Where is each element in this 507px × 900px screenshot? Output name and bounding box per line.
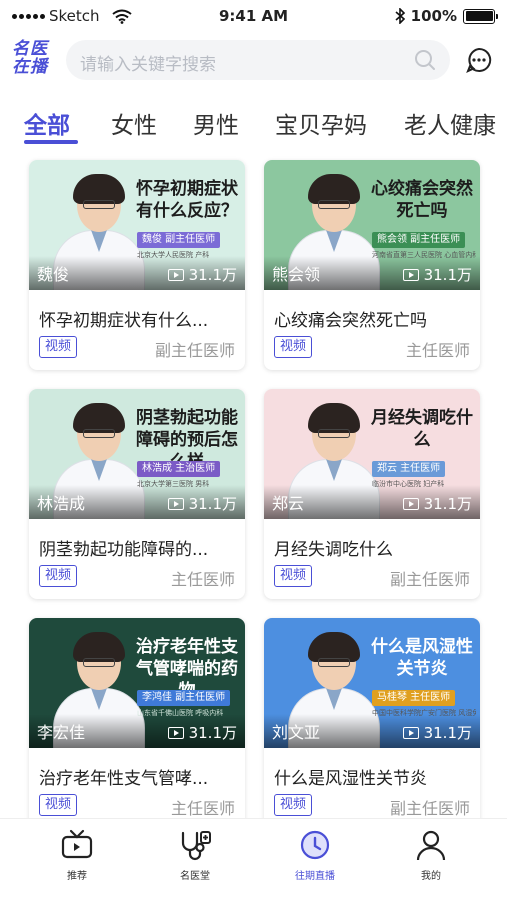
video-card[interactable]: 心绞痛会突然死亡吗 熊会领 副主任医师 河南省直第三人民医院 心血管内科 熊会领… bbox=[264, 160, 480, 370]
thumbnail-headline: 什么是风湿性关节炎 bbox=[371, 637, 473, 679]
battery-percent: 100% bbox=[410, 7, 457, 25]
tab-male[interactable]: 男性 bbox=[193, 106, 239, 140]
video-thumbnail[interactable]: 心绞痛会突然死亡吗 熊会领 副主任医师 河南省直第三人民医院 心血管内科 熊会领… bbox=[264, 160, 480, 290]
logo-line-1: 名医 bbox=[12, 39, 48, 59]
tab-baby-pregnancy[interactable]: 宝贝孕妈 bbox=[275, 106, 367, 140]
message-icon[interactable] bbox=[466, 47, 492, 73]
view-count-value: 31.1万 bbox=[188, 266, 237, 284]
nav-label: 推荐 bbox=[67, 871, 87, 882]
nav-label: 我的 bbox=[421, 871, 441, 882]
doctor-rank: 主任医师 bbox=[170, 799, 235, 818]
video-title: 阴茎勃起功能障碍的... bbox=[39, 540, 209, 560]
doctor-rank: 副主任医师 bbox=[154, 341, 235, 360]
video-card[interactable]: 什么是风湿性关节炎 马桂琴 主任医师 中国中医科学院广安门医院 风湿免疫科 刘文… bbox=[264, 618, 480, 828]
doctor-rank: 主任医师 bbox=[405, 341, 470, 360]
view-count-value: 31.1万 bbox=[188, 495, 237, 513]
view-count: 31.1万 bbox=[167, 493, 237, 514]
play-icon bbox=[167, 268, 184, 281]
video-badge: 视频 bbox=[39, 794, 78, 816]
tab-female[interactable]: 女性 bbox=[111, 106, 157, 140]
video-title: 治疗老年性支气管哮... bbox=[39, 769, 209, 789]
tab-elderly-health[interactable]: 老人健康 bbox=[404, 106, 496, 140]
video-title: 月经失调吃什么 bbox=[274, 540, 393, 560]
nav-item-famous-doctors[interactable]: 名医堂 bbox=[150, 829, 240, 882]
doctor-tag: 熊会领 副主任医师 bbox=[372, 232, 466, 248]
play-icon bbox=[167, 497, 184, 510]
logo-line-2: 在播 bbox=[12, 57, 48, 77]
user-icon bbox=[416, 830, 446, 861]
search-input[interactable]: 请输入关键字搜索 bbox=[66, 40, 450, 80]
play-icon bbox=[402, 497, 419, 510]
tab-all[interactable]: 全部 bbox=[24, 106, 70, 140]
doctor-name: 魏俊 bbox=[37, 265, 70, 284]
video-badge: 视频 bbox=[274, 794, 313, 816]
play-icon bbox=[167, 726, 184, 739]
thumbnail-headline: 心绞痛会突然死亡吗 bbox=[371, 179, 473, 221]
view-count-value: 31.1万 bbox=[423, 495, 472, 513]
nav-label: 名医堂 bbox=[180, 871, 210, 882]
search-placeholder: 请输入关键字搜索 bbox=[80, 55, 216, 75]
bluetooth-icon bbox=[395, 8, 405, 24]
video-title: 什么是风湿性关节炎 bbox=[274, 769, 427, 789]
video-badge: 视频 bbox=[39, 336, 78, 358]
video-thumbnail[interactable]: 月经失调吃什么 郑云 主任医师 临汾市中心医院 妇产科 郑云 31.1万 bbox=[264, 389, 480, 519]
play-icon bbox=[402, 268, 419, 281]
doctor-name: 郑云 bbox=[272, 494, 305, 513]
doctor-tag: 郑云 主任医师 bbox=[372, 461, 446, 477]
video-badge: 视频 bbox=[274, 336, 313, 358]
app-logo: 名医 在播 bbox=[12, 40, 56, 76]
doctor-name: 刘文亚 bbox=[272, 723, 321, 742]
doctor-rank: 主任医师 bbox=[170, 570, 235, 589]
header: 名医 在播 请输入关键字搜索 bbox=[0, 38, 507, 84]
category-tabs: 全部 女性 男性 宝贝孕妈 老人健康 bbox=[0, 100, 507, 148]
doctor-tag: 马桂琴 主任医师 bbox=[372, 690, 456, 706]
search-icon[interactable] bbox=[414, 49, 436, 71]
tv-icon bbox=[61, 829, 93, 859]
video-badge: 视频 bbox=[274, 565, 313, 587]
video-thumbnail[interactable]: 治疗老年性支气管哮喘的药物 李鸿佳 副主任医师 山东省千佛山医院 呼吸内科 李宏… bbox=[29, 618, 245, 748]
thumbnail-headline: 怀孕初期症状有什么反应？ bbox=[136, 179, 238, 221]
clock-icon bbox=[300, 830, 330, 860]
nav-item-mine[interactable]: 我的 bbox=[386, 829, 476, 882]
doctor-rank: 副主任医师 bbox=[389, 570, 470, 589]
video-card[interactable]: 怀孕初期症状有什么反应？ 魏俊 副主任医师 北京大学人民医院 产科 魏俊 31.… bbox=[29, 160, 245, 370]
doctor-name: 李宏佳 bbox=[37, 723, 86, 742]
doctor-name: 熊会领 bbox=[272, 265, 321, 284]
view-count: 31.1万 bbox=[402, 493, 472, 514]
view-count: 31.1万 bbox=[402, 264, 472, 285]
video-title: 怀孕初期症状有什么... bbox=[39, 311, 209, 331]
video-card[interactable]: 治疗老年性支气管哮喘的药物 李鸿佳 副主任医师 山东省千佛山医院 呼吸内科 李宏… bbox=[29, 618, 245, 828]
video-badge: 视频 bbox=[39, 565, 78, 587]
view-count-value: 31.1万 bbox=[423, 724, 472, 742]
thumbnail-headline: 月经失调吃什么 bbox=[371, 408, 473, 450]
video-card[interactable]: 阴茎勃起功能障碍的预后怎么样 林浩成 主治医师 北京大学第三医院 男科 林浩成 … bbox=[29, 389, 245, 599]
nav-item-past-live[interactable]: 往期直播 bbox=[270, 829, 360, 882]
view-count: 31.1万 bbox=[167, 264, 237, 285]
video-thumbnail[interactable]: 什么是风湿性关节炎 马桂琴 主任医师 中国中医科学院广安门医院 风湿免疫科 刘文… bbox=[264, 618, 480, 748]
view-count-value: 31.1万 bbox=[423, 266, 472, 284]
video-thumbnail[interactable]: 阴茎勃起功能障碍的预后怎么样 林浩成 主治医师 北京大学第三医院 男科 林浩成 … bbox=[29, 389, 245, 519]
nav-label: 往期直播 bbox=[295, 871, 335, 882]
view-count-value: 31.1万 bbox=[188, 724, 237, 742]
doctor-tag: 魏俊 副主任医师 bbox=[137, 232, 221, 248]
view-count: 31.1万 bbox=[167, 722, 237, 743]
doctor-name: 林浩成 bbox=[37, 494, 86, 513]
stethoscope-icon bbox=[181, 831, 211, 861]
nav-item-recommend[interactable]: 推荐 bbox=[32, 829, 122, 882]
doctor-rank: 副主任医师 bbox=[389, 799, 470, 818]
video-card[interactable]: 月经失调吃什么 郑云 主任医师 临汾市中心医院 妇产科 郑云 31.1万 月经失… bbox=[264, 389, 480, 599]
view-count: 31.1万 bbox=[402, 722, 472, 743]
doctor-tag: 林浩成 主治医师 bbox=[137, 461, 221, 477]
battery-icon bbox=[463, 8, 498, 24]
play-icon bbox=[402, 726, 419, 739]
video-thumbnail[interactable]: 怀孕初期症状有什么反应？ 魏俊 副主任医师 北京大学人民医院 产科 魏俊 31.… bbox=[29, 160, 245, 290]
active-tab-indicator bbox=[24, 140, 78, 144]
status-bar: Sketch 9:41 AM 100% bbox=[0, 0, 507, 32]
doctor-tag: 李鸿佳 副主任医师 bbox=[137, 690, 231, 706]
bottom-nav: 推荐 名医堂 往期直播 我的 bbox=[0, 818, 507, 900]
video-title: 心绞痛会突然死亡吗 bbox=[274, 311, 427, 331]
